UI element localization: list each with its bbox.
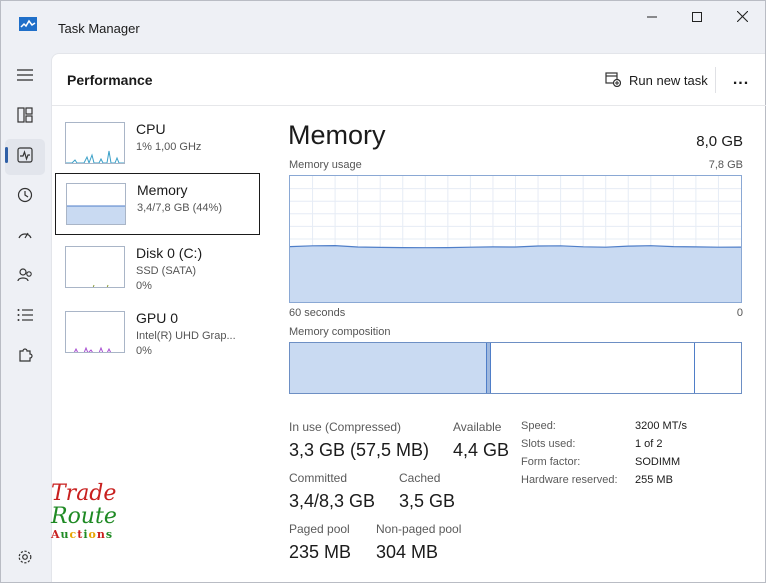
slots-label: Slots used: xyxy=(521,438,576,450)
speed-label: Speed: xyxy=(521,420,556,432)
nav-services[interactable] xyxy=(5,339,45,375)
memory-usage-graph xyxy=(289,175,742,303)
more-options-button[interactable]: ... xyxy=(728,67,754,93)
cached-value: 3,5 GB xyxy=(399,491,456,511)
logo-letter: u xyxy=(60,528,70,541)
pulse-icon xyxy=(17,146,33,168)
grid-icon xyxy=(17,106,33,128)
more-icon: ... xyxy=(732,71,750,88)
cpu-name: CPU xyxy=(136,121,166,137)
task-manager-window: Task Manager Performance Run new task ..… xyxy=(0,0,766,583)
history-icon xyxy=(17,187,33,208)
gpu-thumbnail xyxy=(65,311,125,353)
disk-type: SSD (SATA) xyxy=(136,265,197,277)
committed-label: Committed xyxy=(289,471,348,485)
composition-standby-segment xyxy=(490,343,694,393)
title-bar[interactable]: Task Manager xyxy=(1,1,765,41)
page-title: Performance xyxy=(67,72,153,88)
composition-in-use-segment xyxy=(290,343,486,393)
cpu-thumbnail xyxy=(65,122,125,164)
disk-name: Disk 0 (C:) xyxy=(136,245,203,261)
menu-icon xyxy=(17,68,33,87)
gpu-model: Intel(R) UHD Grap... xyxy=(136,330,236,342)
resource-memory[interactable]: Memory 3,4/7,8 GB (44%) xyxy=(55,173,260,235)
non-paged-pool-value: 304 MB xyxy=(376,542,439,562)
close-button[interactable] xyxy=(719,1,765,33)
header-separator xyxy=(52,105,766,106)
memory-name: Memory xyxy=(137,182,188,198)
form-factor-label: Form factor: xyxy=(521,456,581,468)
cached-label: Cached xyxy=(399,471,441,485)
memory-usage-label: Memory usage xyxy=(289,159,362,171)
users-icon xyxy=(17,267,33,288)
header-divider xyxy=(715,67,716,93)
list-icon xyxy=(17,308,33,327)
form-factor-value: SODIMM xyxy=(635,456,681,468)
resource-gpu[interactable]: GPU 0 Intel(R) UHD Grap... 0% xyxy=(55,302,260,364)
logo-letter: s xyxy=(105,528,114,541)
gpu-usage: 0% xyxy=(136,345,152,357)
maximize-button[interactable] xyxy=(674,1,720,33)
speed-value: 3200 MT/s xyxy=(635,420,687,432)
available-value: 4,4 GB xyxy=(453,440,510,460)
memory-usage-area xyxy=(290,245,741,302)
memory-total: 8,0 GB xyxy=(696,133,743,150)
in-use-value: 3,3 GB (57,5 MB) xyxy=(289,440,430,460)
nav-active-indicator xyxy=(5,147,8,163)
logo-line-auctions: Auctions xyxy=(51,528,117,542)
nav-processes[interactable] xyxy=(5,99,45,135)
graph-time-label: 60 seconds xyxy=(289,307,346,319)
composition-free-segment xyxy=(694,343,741,393)
gear-icon xyxy=(17,549,33,570)
in-use-label: In use (Compressed) xyxy=(289,420,402,434)
content-panel: Performance Run new task ... CPU 1% 1,00… xyxy=(51,53,766,582)
nav-app-history[interactable] xyxy=(5,179,45,215)
run-new-task-button[interactable]: Run new task xyxy=(605,69,708,91)
logo-line-trade: Trade xyxy=(51,481,117,506)
logo-letter: A xyxy=(51,528,61,541)
run-task-icon xyxy=(605,71,622,90)
puzzle-icon xyxy=(17,347,33,368)
run-new-task-label: Run new task xyxy=(629,72,708,88)
nav-details[interactable] xyxy=(5,299,45,335)
gauge-icon xyxy=(17,227,33,248)
memory-usage-max: 7,8 GB xyxy=(708,159,743,171)
memory-sub: 3,4/7,8 GB (44%) xyxy=(137,202,222,214)
slots-value: 1 of 2 xyxy=(635,438,663,450)
close-icon xyxy=(736,9,748,26)
hardware-reserved-label: Hardware reserved: xyxy=(521,474,618,486)
disk-usage: 0% xyxy=(136,280,152,292)
maximize-icon xyxy=(692,9,702,26)
minimize-button[interactable] xyxy=(629,1,675,33)
nav-startup-apps[interactable] xyxy=(5,219,45,255)
resource-disk[interactable]: Disk 0 (C:) SSD (SATA) 0% xyxy=(55,237,260,299)
paged-pool-label: Paged pool xyxy=(289,522,350,536)
available-label: Available xyxy=(453,420,502,434)
logo-letter: o xyxy=(88,528,97,541)
logo-line-route: Route xyxy=(51,504,117,529)
committed-value: 3,4/8,3 GB xyxy=(289,491,376,511)
cpu-sub: 1% 1,00 GHz xyxy=(136,141,202,153)
paged-pool-value: 235 MB xyxy=(289,542,352,562)
nav-settings[interactable] xyxy=(5,541,45,577)
memory-title: Memory xyxy=(288,120,386,150)
window-title: Task Manager xyxy=(58,21,140,36)
gpu-name: GPU 0 xyxy=(136,310,179,326)
memory-usage-plot xyxy=(289,176,742,302)
memory-composition-bar xyxy=(289,342,742,394)
minimize-icon xyxy=(647,9,657,26)
trade-route-watermark-logo: Trade Route Auctions xyxy=(51,482,117,542)
hardware-reserved-value: 255 MB xyxy=(635,474,673,486)
nav-performance[interactable] xyxy=(5,139,45,175)
disk-thumbnail xyxy=(65,246,125,288)
nav-users[interactable] xyxy=(5,259,45,295)
resource-cpu[interactable]: CPU 1% 1,00 GHz xyxy=(55,113,260,175)
task-manager-icon xyxy=(19,17,37,31)
memory-thumbnail xyxy=(66,183,126,225)
non-paged-pool-label: Non-paged pool xyxy=(376,522,462,536)
logo-letter: n xyxy=(96,528,106,541)
memory-composition-label: Memory composition xyxy=(289,326,391,338)
graph-zero-label: 0 xyxy=(736,307,743,319)
nav-menu-button[interactable] xyxy=(5,59,45,95)
